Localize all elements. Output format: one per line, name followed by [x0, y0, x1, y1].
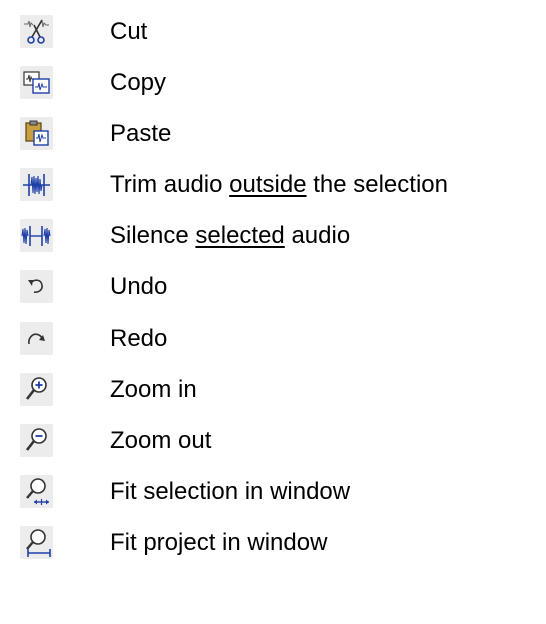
- trim-audio-button[interactable]: [20, 168, 53, 201]
- undo-label: Undo: [110, 273, 168, 300]
- legend-row-zoom-out: Zoom out: [0, 420, 546, 460]
- zoom-in-label: Zoom in: [110, 376, 197, 403]
- copy-button[interactable]: [20, 66, 53, 99]
- legend-row-copy: Copy: [0, 62, 546, 102]
- redo-button[interactable]: [20, 322, 53, 355]
- copy-label: Copy: [110, 69, 167, 96]
- redo-icon: [28, 333, 45, 345]
- legend-row-trim: Trim audio outside the selection: [0, 164, 546, 204]
- trim-audio-icon: [23, 174, 50, 196]
- zoom-out-icon: [25, 428, 47, 451]
- trim-emphasis: outside: [229, 171, 307, 198]
- silence-audio-label: Silence selected audio: [110, 222, 351, 249]
- legend-row-silence: Silence selected audio: [0, 215, 546, 255]
- legend-row-fit-selection: Fit selection in window: [0, 471, 546, 511]
- undo-icon: [28, 279, 43, 293]
- silence-audio-button[interactable]: [20, 219, 53, 252]
- toolbar-legend: Cut Copy Paste Trim audio outside the se…: [0, 0, 546, 624]
- silence-emphasis: selected: [195, 222, 285, 249]
- fit-project-icon: [26, 529, 51, 557]
- silence-audio-icon: [21, 226, 51, 246]
- cut-button[interactable]: [20, 15, 53, 48]
- legend-row-fit-project: Fit project in window: [0, 522, 546, 562]
- fit-selection-button[interactable]: [20, 475, 53, 508]
- legend-row-redo: Redo: [0, 318, 546, 358]
- redo-label: Redo: [110, 325, 168, 352]
- legend-row-paste: Paste: [0, 113, 546, 153]
- cut-icon: [24, 19, 49, 44]
- fit-project-label: Fit project in window: [110, 529, 328, 556]
- legend-row-cut: Cut: [0, 11, 546, 51]
- legend-row-undo: Undo: [0, 266, 546, 306]
- paste-icon: [25, 120, 49, 146]
- zoom-in-button[interactable]: [20, 373, 53, 406]
- fit-selection-label: Fit selection in window: [110, 478, 351, 505]
- zoom-in-icon: [25, 377, 47, 400]
- undo-button[interactable]: [20, 270, 53, 303]
- paste-button[interactable]: [20, 117, 53, 150]
- paste-label: Paste: [110, 120, 172, 147]
- copy-icon: [23, 71, 50, 94]
- legend-row-zoom-in: Zoom in: [0, 369, 546, 409]
- zoom-out-button[interactable]: [20, 424, 53, 457]
- zoom-out-label: Zoom out: [110, 427, 212, 454]
- fit-selection-icon: [26, 478, 49, 505]
- trim-audio-label: Trim audio outside the selection: [110, 171, 448, 198]
- fit-project-button[interactable]: [20, 526, 53, 559]
- cut-label: Cut: [110, 18, 148, 45]
